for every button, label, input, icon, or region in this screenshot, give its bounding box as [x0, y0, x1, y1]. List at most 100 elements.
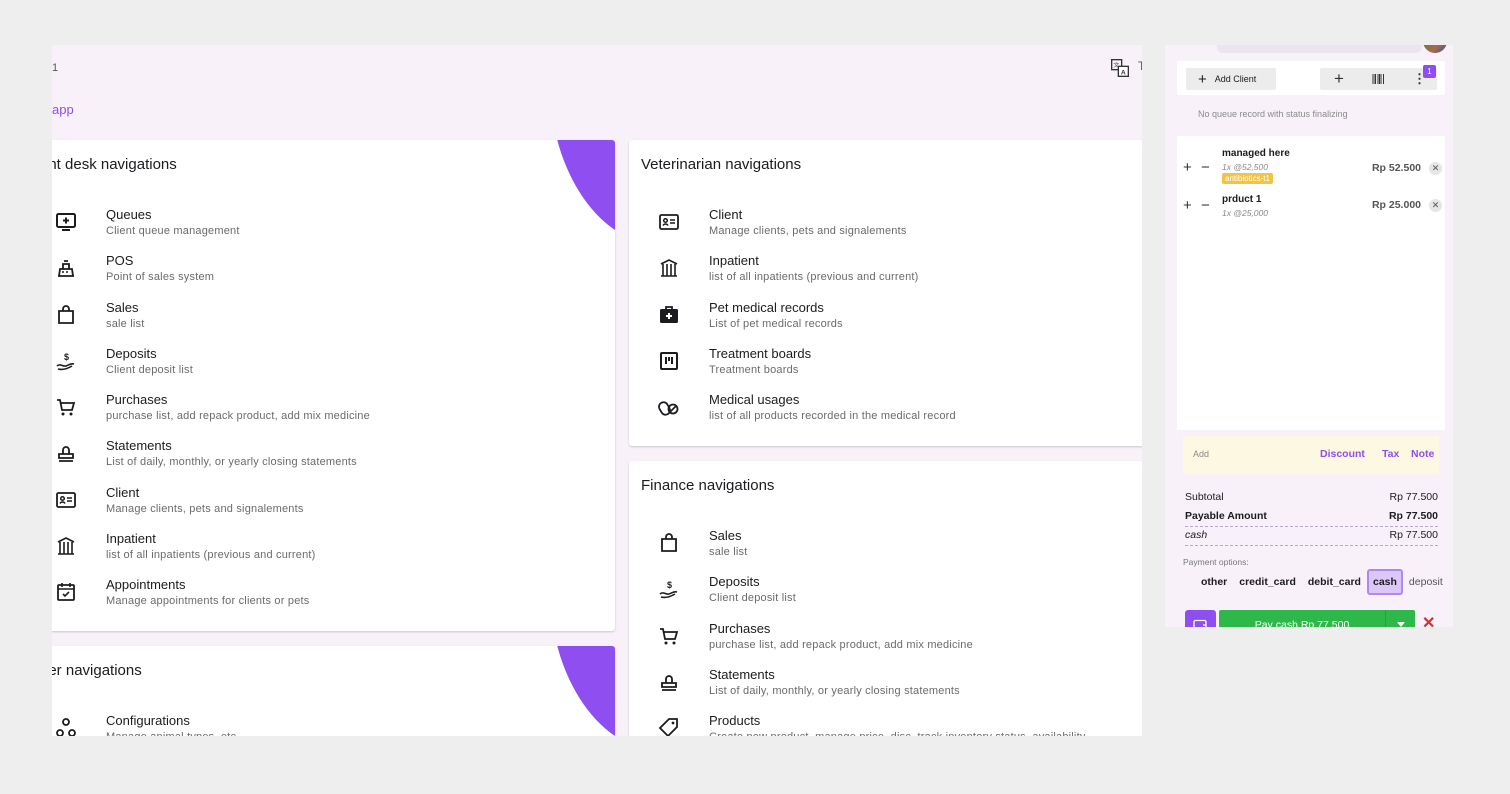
item-price: Rp 52.500 [1371, 162, 1421, 174]
other-card: her navigations Configurations Manage ani… [52, 646, 615, 736]
pay-options-dropdown[interactable] [1385, 610, 1415, 627]
id-card-icon [54, 488, 78, 512]
board-icon [657, 349, 681, 373]
nav-item-deposits[interactable]: Deposits Client deposit list [52, 345, 615, 391]
nav-item-title: Products [709, 713, 761, 729]
app-top-number: 1 [52, 62, 59, 74]
nav-item-purchases[interactable]: Purchases purchase list, add repack produ… [52, 391, 615, 437]
nav-item-desc: Manage clients, pets and signalements [709, 225, 907, 237]
subtotal-row: Subtotal Rp 77.500 [1185, 489, 1438, 508]
search-input[interactable] [1217, 45, 1422, 53]
nav-item-inpatient[interactable]: Inpatient list of all inpatients (previou… [52, 530, 615, 576]
nav-item-sales[interactable]: Sales sale list [52, 299, 615, 345]
barcode-icon[interactable] [1372, 74, 1384, 84]
nav-item-title: Statements [709, 666, 775, 682]
main-app: 1 app 文A T ont desk navigations Queues Cl… [52, 45, 1142, 736]
finance-card: Finance navigations Sales sale list Deposi… [629, 461, 1142, 736]
nav-item-sales[interactable]: Sales sale list [629, 527, 1142, 573]
calendar-check-icon [54, 580, 78, 604]
cart-item: + − prduct 1 1x @25,000 Rp 25.000 ✕ [1177, 194, 1445, 234]
discount-link[interactable]: Discount [1320, 448, 1365, 460]
nav-item-queues[interactable]: Queues Client queue management [52, 206, 615, 252]
cart-list: + − managed here 1x @52,500 antibiotics-… [1177, 136, 1445, 430]
payment-option-credit-card[interactable]: credit_card [1233, 569, 1302, 595]
item-tag: antibiotics-t1 [1222, 173, 1273, 184]
wallet-button[interactable] [1185, 610, 1216, 627]
nav-item-desc: Manage appointments for clients or pets [106, 595, 310, 608]
cancel-icon[interactable]: ✕ [1422, 613, 1435, 627]
pet-cage-icon [54, 534, 78, 558]
nav-item-desc: sale list [106, 317, 145, 330]
card-title: Finance navigations [641, 477, 775, 494]
add-client-button[interactable]: + Add Client [1186, 68, 1276, 90]
add-client-label: Add Client [1214, 74, 1257, 84]
nav-item-client[interactable]: Client Manage clients, pets and signaleme… [52, 484, 615, 530]
subtotal-label: Subtotal [1185, 491, 1224, 503]
nav-item-statements[interactable]: Statements List of daily, monthly, or yea… [52, 437, 615, 483]
note-link[interactable]: Note [1411, 448, 1434, 460]
adjustment-input[interactable]: Add [1193, 449, 1209, 459]
app-subtitle[interactable]: app [52, 102, 74, 117]
remove-item-icon[interactable]: ✕ [1429, 199, 1442, 212]
nav-item-desc: Create new product, manage price, disc, … [709, 731, 1086, 736]
nav-item-deposits[interactable]: Deposits Client deposit list [629, 573, 1142, 619]
hand-money-icon [54, 349, 78, 373]
pos-toolbar: + Add Client + ⋮ [1177, 61, 1445, 95]
plus-icon: + [1198, 70, 1207, 88]
nav-item-products[interactable]: Products Create new product, manage price… [629, 712, 1142, 736]
nav-item-desc: Point of sales system [106, 271, 215, 284]
stamp-icon [657, 670, 681, 694]
decrease-qty-icon[interactable]: − [1201, 198, 1210, 213]
payment-option-debit-card[interactable]: debit_card [1302, 569, 1367, 595]
toolbar-actions: + ⋮ [1320, 68, 1437, 90]
nav-item-desc: list of all inpatients (previous and cur… [709, 271, 919, 284]
nav-item-pet-medical-records[interactable]: Pet medical records List of pet medical r… [629, 299, 1142, 345]
nav-item-pos[interactable]: POS Point of sales system [52, 252, 615, 298]
item-name: managed here [1222, 148, 1290, 159]
nav-item-desc: Manage animal types, etc [106, 731, 236, 736]
payment-option-deposit[interactable]: deposit [1403, 569, 1449, 595]
payable-label: Payable Amount [1185, 510, 1267, 522]
nav-item-treatment-boards[interactable]: Treatment boards Treatment boards [629, 345, 1142, 391]
nav-item-configurations[interactable]: Configurations Manage animal types, etc [52, 712, 615, 736]
cart-icon [657, 624, 681, 648]
app-edge-char: T [1138, 59, 1142, 73]
medical-bag-icon [657, 303, 681, 327]
payment-option-cash[interactable]: cash [1366, 569, 1403, 595]
translate-icon[interactable]: 文A [1110, 58, 1130, 78]
nav-item-title: POS [106, 253, 134, 269]
nav-item-title: Queues [106, 207, 152, 222]
nav-item-statements[interactable]: Statements List of daily, monthly, or yea… [629, 666, 1142, 712]
nav-item-desc: Client deposit list [709, 592, 796, 605]
card-title: ont desk navigations [52, 156, 177, 173]
tax-link[interactable]: Tax [1382, 448, 1399, 460]
nav-list: Configurations Manage animal types, etc [52, 712, 615, 736]
nav-item-title: Treatment boards [709, 345, 812, 361]
tag-icon [657, 716, 681, 736]
payable-row: Payable Amount Rp 77.500 [1185, 508, 1438, 527]
avatar[interactable] [1423, 45, 1447, 53]
nav-item-title: Statements [106, 438, 172, 454]
queue-empty-message: No queue record with status finalizing [1198, 109, 1348, 119]
nav-item-purchases[interactable]: Purchases purchase list, add repack produ… [629, 620, 1142, 666]
nav-item-desc: list of all products recorded in the med… [709, 410, 956, 423]
add-item-icon[interactable]: + [1334, 70, 1344, 87]
nav-item-medical-usages[interactable]: Medical usages list of all products recor… [629, 391, 1142, 437]
increase-qty-icon[interactable]: + [1183, 160, 1192, 175]
payment-option-other[interactable]: other [1195, 569, 1233, 595]
nav-list: Queues Client queue management POS Point of… [52, 206, 615, 623]
nav-item-title: Purchases [709, 620, 771, 636]
veterinarian-card: Veterinarian navigations Client Manage cl… [629, 140, 1142, 446]
decrease-qty-icon[interactable]: − [1201, 160, 1210, 175]
increase-qty-icon[interactable]: + [1183, 198, 1192, 213]
nav-item-inpatient[interactable]: Inpatient list of all inpatients (previou… [629, 252, 1142, 298]
cash-label: cash [1185, 529, 1208, 541]
hand-money-icon [657, 577, 681, 601]
nav-item-appointments[interactable]: Appointments Manage appointments for clie… [52, 576, 615, 622]
remove-item-icon[interactable]: ✕ [1429, 162, 1442, 175]
svg-text:A: A [1121, 70, 1126, 77]
nav-item-desc: sale list [709, 546, 748, 558]
id-card-icon [657, 210, 681, 234]
pay-row: Pay cash Rp 77.500 ✕ [1185, 610, 1450, 627]
nav-item-client[interactable]: Client Manage clients, pets and signaleme… [629, 206, 1142, 252]
